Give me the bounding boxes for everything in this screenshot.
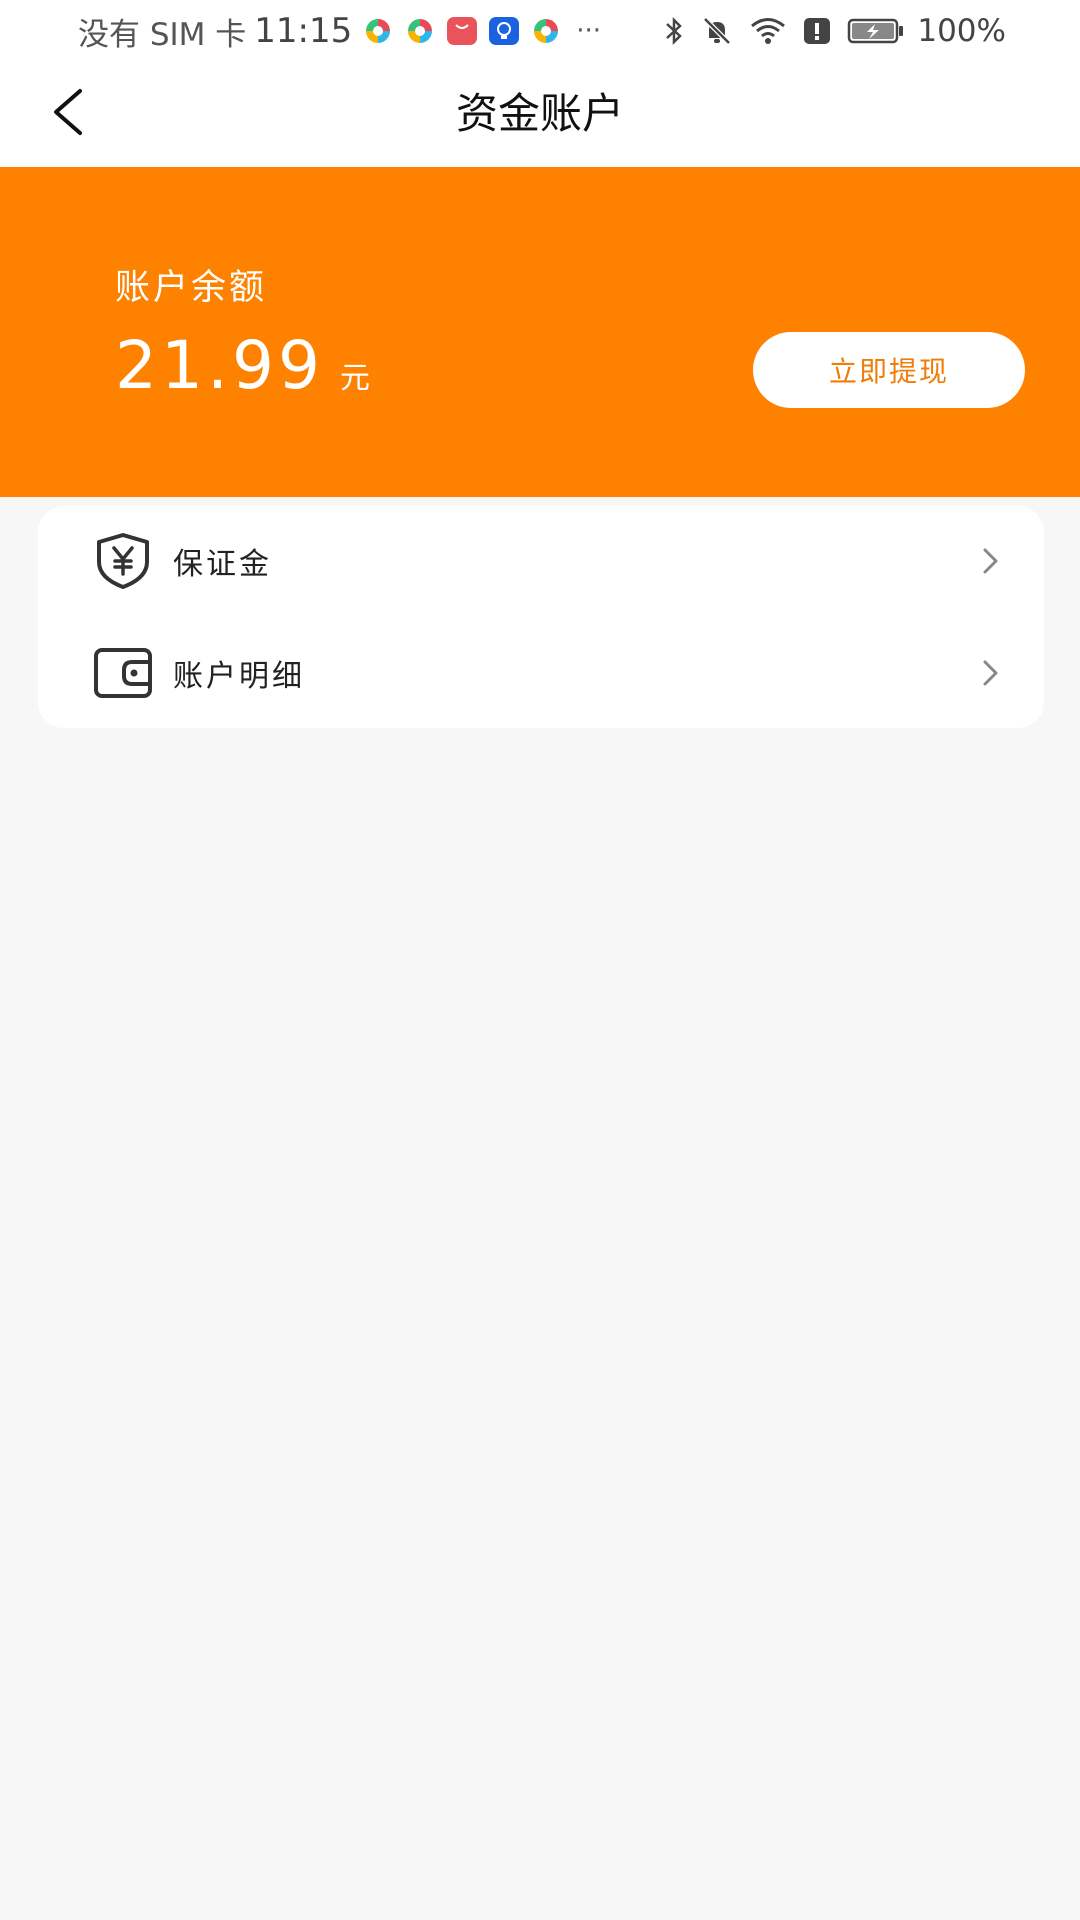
balance-banner: 账户余额 21.99 元 立即提现 <box>0 167 1080 497</box>
chevron-right-icon <box>980 658 1002 688</box>
menu-item-label: 账户明细 <box>173 659 305 694</box>
balance-unit: 元 <box>339 361 370 396</box>
mute-bell-icon <box>685 16 733 46</box>
status-bar: 没有 SIM 卡 11:15 ··· 100% <box>0 0 1080 62</box>
page-title: 资金账户 <box>455 89 624 138</box>
bulb-app-icon <box>488 15 520 47</box>
bluetooth-icon <box>647 16 685 46</box>
huawei-store-icon <box>446 15 478 47</box>
nav-bar: 资金账户 <box>0 62 1080 167</box>
menu-card: 保证金 账户明细 <box>38 506 1044 728</box>
more-notifications-icon: ··· <box>576 16 602 46</box>
app-notification-icon <box>362 15 394 47</box>
withdraw-button[interactable]: 立即提现 <box>753 332 1025 408</box>
menu-item-deposit[interactable]: 保证金 <box>38 506 1044 616</box>
chevron-right-icon <box>980 546 1002 576</box>
alert-icon <box>787 16 831 46</box>
app-notification-icon <box>404 15 436 47</box>
battery-icon <box>831 16 905 46</box>
balance-label: 账户余额 <box>115 268 268 308</box>
battery-percent: 100% <box>917 13 1006 49</box>
balance-amount: 21.99 <box>115 327 324 404</box>
carrier-text: 没有 SIM 卡 <box>78 16 247 53</box>
app-notification-icon <box>530 15 562 47</box>
status-time: 11:15 <box>254 11 353 51</box>
shield-yen-icon <box>92 532 154 590</box>
wallet-icon <box>92 644 154 702</box>
status-left: 没有 SIM 卡 11:15 ··· <box>78 8 601 54</box>
menu-item-label: 保证金 <box>173 547 272 582</box>
status-right: 100% <box>647 8 1006 54</box>
wifi-icon <box>733 16 787 46</box>
balance-row: 21.99 元 <box>115 327 370 404</box>
menu-item-account-details[interactable]: 账户明细 <box>38 618 1044 728</box>
